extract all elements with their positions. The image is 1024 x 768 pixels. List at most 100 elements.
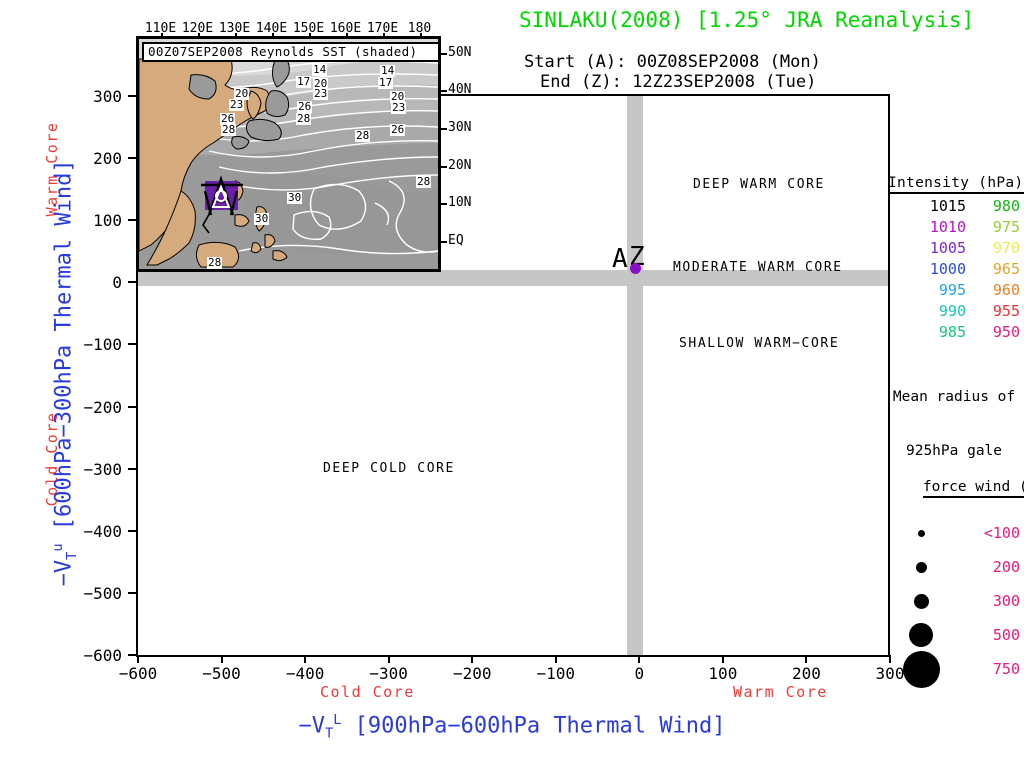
wind-radius-title-line2: 925hPa gale xyxy=(905,443,1003,459)
x-axis-tick-label: −300 xyxy=(369,664,408,683)
map-latitude-tick xyxy=(440,203,447,206)
intensity-legend-value: 1015 xyxy=(929,197,966,215)
sst-contour-label: 23 xyxy=(313,87,329,100)
x-axis-warm-core-label: Warm Core xyxy=(733,683,828,701)
intensity-legend-row: 1015 980 xyxy=(888,197,1020,215)
wind-radius-dot-wrap xyxy=(888,650,954,688)
sst-contour-label: 28 xyxy=(296,112,312,125)
x-axis-title: −VTL [900hPa−600hPa Thermal Wind] xyxy=(0,712,1024,742)
map-latitude-label: 50N xyxy=(448,44,472,60)
map-latitude-label: 10N xyxy=(448,195,472,211)
sst-contour-label: 28 xyxy=(416,175,432,188)
map-latitude-label: 40N xyxy=(448,82,472,98)
wind-radius-label: <100 xyxy=(983,524,1020,542)
map-latitude-tick xyxy=(440,240,447,243)
intensity-legend-value: 985 xyxy=(938,323,966,341)
intensity-legend-value: 1010 xyxy=(929,218,966,236)
x-axis-cold-core-label: Cold Core xyxy=(320,683,415,701)
map-latitude-label: 20N xyxy=(448,157,472,173)
map-latitude-label: 30N xyxy=(448,119,472,135)
x-axis-tick-label: −100 xyxy=(536,664,576,683)
map-latitude-tick xyxy=(440,52,447,55)
sst-contour-label: 23 xyxy=(229,98,245,111)
y-axis-tick xyxy=(128,467,136,470)
x-axis-tick xyxy=(805,655,808,663)
wind-radius-dot xyxy=(917,529,925,537)
y-axis-title: −VTu [600hPa−300hPa Thermal Wind] xyxy=(50,63,80,683)
intensity-legend-value: 995 xyxy=(938,281,966,299)
track-start-letter: A xyxy=(612,244,628,274)
intensity-legend-value: 960 xyxy=(992,281,1020,299)
intensity-legend-value: 950 xyxy=(992,323,1020,341)
page-title: SINLAKU(2008) [1.25° JRA Reanalysis] xyxy=(519,8,975,32)
wind-radius-label: 500 xyxy=(992,626,1020,644)
x-axis-tick-label: −600 xyxy=(118,664,158,683)
x-axis-tick-label: −400 xyxy=(285,664,325,683)
wind-radius-legend-row: 750 xyxy=(888,650,1020,688)
intensity-legend-value: 965 xyxy=(992,260,1020,278)
wind-radius-label: 200 xyxy=(992,558,1020,576)
intensity-legend-value: 990 xyxy=(938,302,966,320)
map-latitude-label: EQ xyxy=(448,232,464,248)
intensity-legend-row: 985 950 xyxy=(888,323,1020,341)
intensity-legend-value: 955 xyxy=(992,302,1020,320)
wind-radius-title-line1: Mean radius of xyxy=(892,389,1016,405)
sst-contour-label: 28 xyxy=(355,129,371,142)
map-storm-marker xyxy=(201,175,243,216)
sst-contour-label: 17 xyxy=(378,76,394,89)
x-axis-tick-label: −200 xyxy=(452,664,492,683)
y-axis-tick xyxy=(128,95,136,97)
y-axis-tick xyxy=(128,343,136,346)
wind-radius-legend-title: Mean radius of 925hPa gale force wind (k… xyxy=(888,352,1024,516)
wind-radius-label: 300 xyxy=(992,592,1020,610)
x-axis-tick xyxy=(554,655,557,663)
x-axis-tick xyxy=(387,655,390,663)
wind-radius-legend-row: <100 xyxy=(888,516,1020,550)
x-axis-tick-label: −500 xyxy=(202,664,241,683)
sst-contour-label: 28 xyxy=(221,123,237,136)
y-axis-tick xyxy=(128,281,136,284)
intensity-legend-value: 975 xyxy=(992,218,1020,236)
y-axis-title-prefix: −V xyxy=(51,559,77,587)
wind-radius-title-line3: force wind (km): xyxy=(922,478,1024,498)
wind-radius-dot xyxy=(909,623,933,647)
wind-radius-dot-wrap xyxy=(888,529,954,537)
sst-contour-label: 14 xyxy=(312,63,328,76)
y-axis-tick xyxy=(128,654,136,656)
wind-radius-dot xyxy=(915,561,927,573)
map-latitude-tick xyxy=(440,165,447,168)
y-axis-tick xyxy=(128,405,136,408)
x-axis-title-prefix: −V xyxy=(298,713,325,739)
wind-radius-legend: Mean radius of 925hPa gale force wind (k… xyxy=(888,352,1024,688)
x-axis-tick-label: 0 xyxy=(634,664,645,683)
sst-contour-label: 30 xyxy=(287,191,303,204)
track-point-dot xyxy=(630,263,641,274)
intensity-legend-value: 1000 xyxy=(929,260,966,278)
wind-radius-dot xyxy=(902,650,940,688)
sst-contour-label: 26 xyxy=(390,123,406,136)
y-axis-tick xyxy=(128,157,136,160)
start-date-label: Start (A): 00Z08SEP2008 (Mon) xyxy=(524,52,821,72)
sst-contour-label: 30 xyxy=(254,212,270,225)
x-axis-tick xyxy=(721,655,724,663)
intensity-legend-row: 1000 965 xyxy=(888,260,1020,278)
quadrant-label: MODERATE WARM CORE xyxy=(673,260,843,275)
wind-radius-legend-row: 300 xyxy=(888,584,1020,618)
map-latitude-tick xyxy=(440,90,447,93)
intensity-legend-value: 980 xyxy=(992,197,1020,215)
quadrant-label: DEEP WARM CORE xyxy=(693,177,825,192)
intensity-legend-value: 1005 xyxy=(929,239,966,257)
y-axis-tick xyxy=(128,219,136,222)
map-header-label: 00Z07SEP2008 Reynolds SST (shaded) xyxy=(142,42,438,62)
y-axis-title-rest: [600hPa−300hPa Thermal Wind] xyxy=(51,159,77,544)
map-latitude-tick xyxy=(440,127,447,130)
intensity-legend-row: 995 960 xyxy=(888,281,1020,299)
x-axis-tick-label: 200 xyxy=(791,664,821,683)
sst-contour-label: 17 xyxy=(296,75,312,88)
sst-contour-label: 28 xyxy=(207,256,223,269)
inset-sst-map[interactable]: 00Z07SEP2008 Reynolds SST (shaded) 14 17 2… xyxy=(136,36,441,272)
quadrant-label: DEEP COLD CORE xyxy=(323,461,455,476)
wind-radius-legend-rows: <100 200 300 500 750 xyxy=(888,516,1020,688)
wind-radius-dot xyxy=(913,593,929,609)
intensity-legend-row: 990 955 xyxy=(888,302,1020,320)
